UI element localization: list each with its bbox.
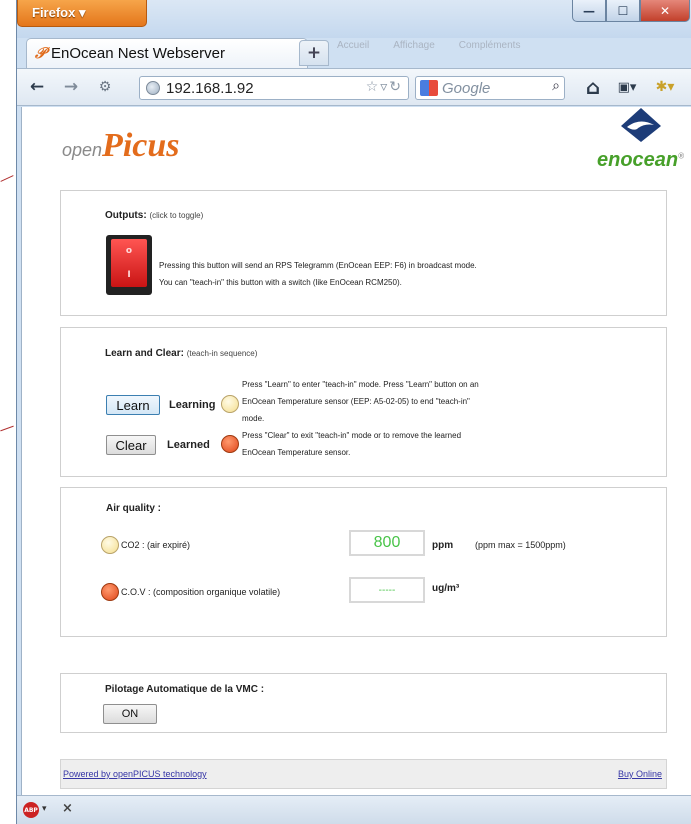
minimize-button[interactable]: — [572, 0, 606, 22]
co2-unit: ppm [432, 540, 454, 551]
bookmarks-menu-icon[interactable]: ▣▾ [617, 77, 637, 97]
search-input[interactable]: Google [442, 80, 490, 97]
vmc-title: Pilotage Automatique de la VMC : [105, 684, 265, 695]
output-toggle-switch[interactable]: o I [106, 235, 152, 295]
co2-label: CO2 : (air expiré) [121, 540, 191, 550]
learn-clear-panel: Learn and Clear: (teach-in sequence) Lea… [60, 327, 667, 477]
adblock-dropdown-icon[interactable]: ▾ [42, 804, 47, 814]
page-footer: Powered by openPICUS technology Buy Onli… [60, 759, 667, 789]
add-on-bar: ABP ▾ × [17, 795, 691, 824]
page-content: openPicus enocean® Outputs: (click to to… [21, 107, 691, 795]
learned-label: Learned [167, 439, 210, 451]
cov-value-field: ----- [349, 577, 425, 603]
learn-description-1: Press "Learn" to enter "teach-in" mode. … [242, 380, 479, 389]
bookmark-star-icon[interactable]: ☆▿↻ [366, 79, 403, 95]
enocean-logo: enocean® [597, 107, 684, 172]
vmc-on-button[interactable]: ON [103, 704, 157, 724]
air-quality-panel: Air quality : CO2 : (air expiré) 800 ppm… [60, 487, 667, 637]
clear-description-2: EnOcean Temperature sensor. [242, 448, 351, 457]
adblock-plus-icon[interactable]: ABP [23, 802, 39, 818]
powered-by-link[interactable]: Powered by openPICUS technology [63, 769, 207, 779]
learn-title-text: Learn and Clear: [105, 348, 184, 359]
enocean-text: enocean [597, 149, 679, 171]
clear-button[interactable]: Clear [106, 435, 156, 455]
back-button[interactable]: ← [27, 77, 47, 97]
co2-value-field: 800 [349, 530, 425, 556]
learn-title: Learn and Clear: (teach-in sequence) [105, 348, 257, 359]
globe-icon [146, 81, 160, 95]
ghost-tab: Affichage [393, 40, 435, 51]
close-addon-bar-icon[interactable]: × [62, 801, 73, 816]
outputs-title: Outputs: (click to toggle) [105, 210, 203, 221]
air-quality-title: Air quality : [106, 503, 162, 514]
cov-unit: ug/m³ [432, 583, 460, 594]
browser-window: Firefox ▾ — ☐ ✕ 𝒫 EnOcean Nest Webserver… [16, 0, 691, 824]
co2-status-led [101, 536, 119, 554]
google-engine-icon[interactable] [420, 80, 438, 96]
ghost-tab: Compléments [458, 40, 521, 51]
new-tab-button[interactable]: + [299, 40, 329, 66]
outputs-description-2: You can "teach-in" this button with a sw… [159, 278, 402, 287]
logo-open-text: open [62, 140, 103, 160]
title-bar: Firefox ▾ — ☐ ✕ [17, 0, 691, 38]
vmc-panel: Pilotage Automatique de la VMC : ON [60, 673, 667, 733]
learning-status-led [221, 395, 239, 413]
learned-status-led [221, 435, 239, 453]
learn-description-2: EnOcean Temperature sensor (EEP: A5-02-0… [242, 397, 470, 406]
registered-mark: ® [678, 151, 685, 161]
openpicus-logo: openPicus [62, 127, 180, 165]
cov-status-led [101, 583, 119, 601]
learning-label: Learning [169, 399, 216, 411]
logo-picus-text: Picus [102, 127, 180, 164]
close-button[interactable]: ✕ [640, 0, 690, 22]
learn-subtitle: (teach-in sequence) [186, 349, 258, 358]
enocean-dolphin-icon [620, 108, 661, 142]
tab-title: EnOcean Nest Webserver [51, 45, 225, 62]
window-controls: — ☐ ✕ [572, 0, 690, 22]
firefox-menu-button[interactable]: Firefox ▾ [17, 0, 147, 27]
learn-button[interactable]: Learn [106, 395, 160, 415]
home-icon[interactable]: ⌂ [583, 75, 603, 99]
extension-icon[interactable]: ✱▾ [655, 77, 675, 97]
site-identity-icon[interactable]: ⚙ [95, 77, 115, 97]
search-icon[interactable]: ⌕ [552, 78, 560, 94]
ghost-tab: Accueil [337, 40, 370, 51]
rocker-face: o I [111, 239, 147, 287]
outputs-panel: Outputs: (click to toggle) o I Pressing … [60, 190, 667, 316]
rocker-top-mark: o [125, 246, 133, 256]
clear-description-1: Press "Clear" to exit "teach-in" mode or… [242, 431, 462, 440]
learn-description-3: mode. [242, 414, 265, 423]
maximize-button[interactable]: ☐ [606, 0, 640, 22]
rocker-bottom-mark: I [127, 270, 131, 280]
navigation-toolbar: ← → ⚙ 192.168.1.92 ☆▿↻ Google ⌕ ⌂ ▣▾ ✱▾ [17, 68, 691, 106]
co2-max-note: (ppm max = 1500ppm) [475, 540, 566, 550]
search-bar[interactable]: Google ⌕ [415, 76, 565, 100]
picus-favicon-icon: 𝒫 [35, 45, 46, 62]
cov-label: C.O.V : (composition organique volatile) [121, 587, 281, 597]
tab-enocean-nest[interactable]: 𝒫 EnOcean Nest Webserver [26, 38, 308, 68]
outputs-title-text: Outputs: [105, 210, 147, 221]
forward-button[interactable]: → [61, 77, 81, 97]
url-bar[interactable]: 192.168.1.92 ☆▿↻ [139, 76, 409, 100]
url-text: 192.168.1.92 [166, 79, 254, 97]
outputs-description-1: Pressing this button will send an RPS Te… [159, 261, 477, 270]
buy-online-link[interactable]: Buy Online [618, 769, 662, 779]
outputs-subtitle: (click to toggle) [149, 211, 204, 220]
background-menu-text: Accueil Affichage Compléments [337, 40, 520, 51]
